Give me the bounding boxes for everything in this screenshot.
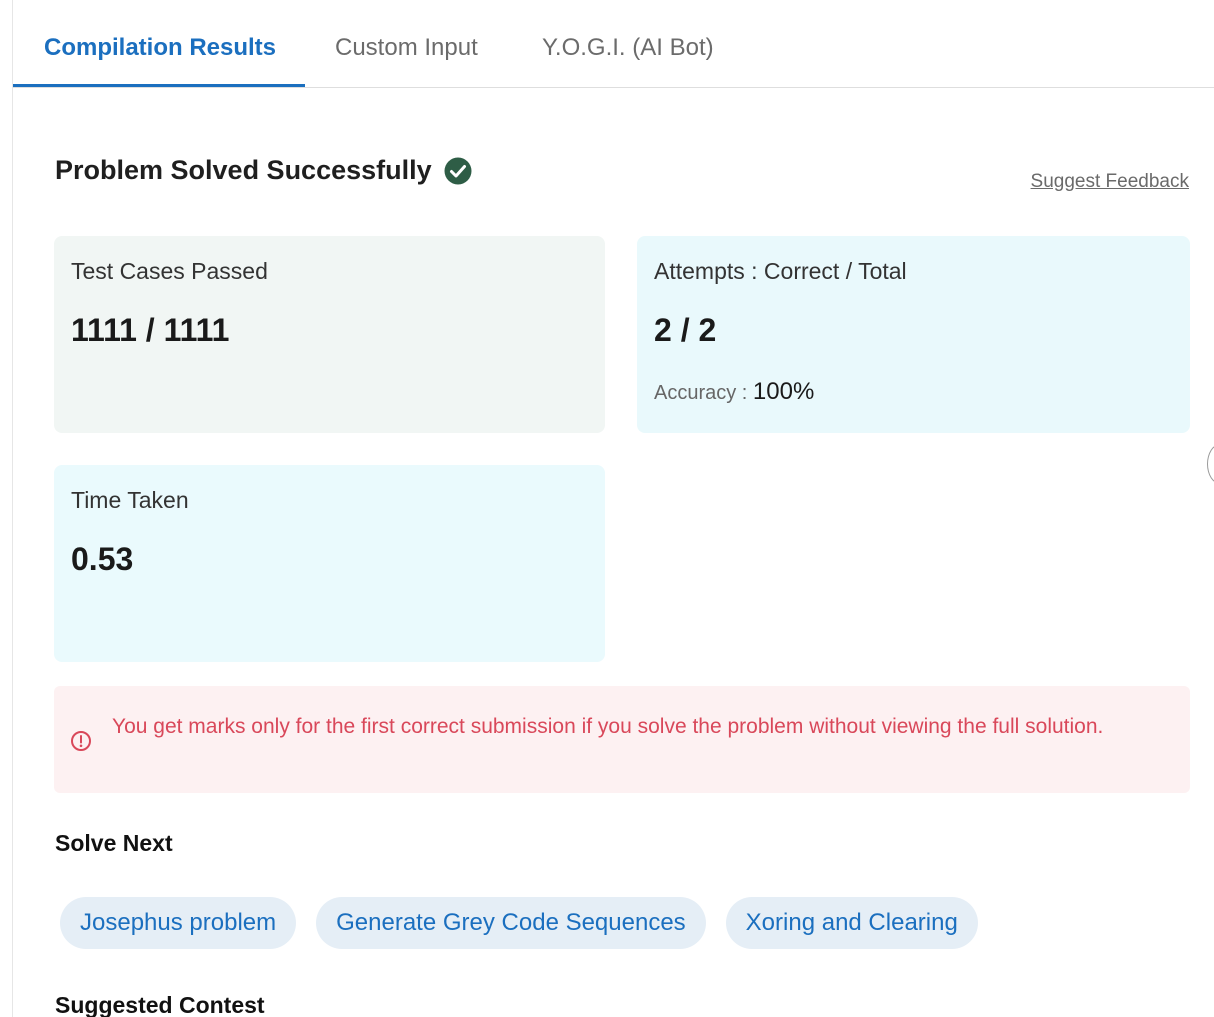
panel-collapse-handle[interactable] — [1207, 444, 1214, 484]
attempts-label: Attempts : Correct / Total — [654, 258, 907, 284]
result-heading: Problem Solved Successfully — [55, 155, 472, 186]
tab-custom-input[interactable]: Custom Input — [335, 34, 478, 62]
test-cases-label: Test Cases Passed — [71, 258, 268, 284]
solve-next-item[interactable]: Josephus problem — [60, 897, 297, 949]
marks-notice-text: You get marks only for the first correct… — [112, 715, 1104, 738]
solve-next-title: Solve Next — [55, 830, 173, 856]
time-taken-value: 0.53 — [71, 541, 134, 577]
test-cases-card: Test Cases Passed 1111 / 1111 — [54, 236, 605, 433]
solve-next-item[interactable]: Generate Grey Code Sequences — [316, 897, 706, 949]
solve-next-list: Josephus problem Generate Grey Code Sequ… — [60, 897, 978, 949]
attempts-value: 2 / 2 — [654, 312, 717, 348]
result-tabs: Compilation Results Custom Input Y.O.G.I… — [13, 0, 1214, 88]
time-taken-label: Time Taken — [71, 487, 189, 513]
tab-yogi-ai-bot[interactable]: Y.O.G.I. (AI Bot) — [542, 34, 714, 62]
time-taken-card: Time Taken 0.53 — [54, 465, 605, 662]
accuracy-value: 100% — [752, 378, 815, 405]
test-cases-value: 1111 / 1111 — [71, 312, 230, 348]
marks-notice: You get marks only for the first correct… — [54, 686, 1190, 793]
tab-compilation-results[interactable]: Compilation Results — [44, 34, 276, 62]
solve-next-item[interactable]: Xoring and Clearing — [725, 897, 978, 949]
active-tab-indicator — [13, 84, 305, 87]
attempts-card: Attempts : Correct / Total 2 / 2 Accurac… — [637, 236, 1190, 433]
suggest-feedback-link[interactable]: Suggest Feedback — [1031, 171, 1189, 193]
result-heading-text: Problem Solved Successfully — [55, 155, 432, 185]
accuracy-label: Accuracy : — [654, 382, 748, 404]
suggested-contest-title: Suggested Contest — [55, 992, 265, 1017]
accuracy-row: Accuracy : 100% — [654, 378, 814, 406]
left-divider — [12, 0, 13, 1017]
info-circle-icon — [71, 731, 91, 751]
check-circle-icon — [444, 157, 472, 184]
